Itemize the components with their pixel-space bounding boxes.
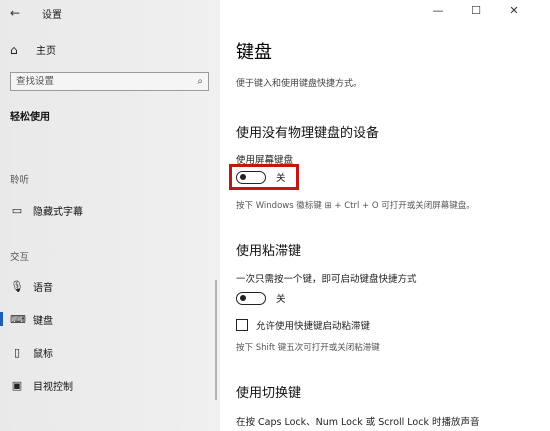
search-icon[interactable]: ⌕ [197, 76, 203, 87]
search-box[interactable]: ⌕ [10, 72, 209, 91]
sidebar-scrollbar[interactable] [215, 280, 217, 400]
sticky-keys-toggle[interactable] [236, 291, 266, 305]
captions-icon: ▭ [11, 203, 23, 217]
back-arrow-icon[interactable]: ← [10, 5, 26, 21]
sidebar-item-keyboard[interactable]: ⌨ 键盘 [0, 307, 220, 331]
section-title-onscreen-keyboard: 使用没有物理键盘的设备 [236, 126, 380, 141]
sidebar-item-label: 隐藏式字幕 [33, 206, 83, 218]
sidebar-item-captions[interactable]: ▭ 隐藏式字幕 [0, 198, 220, 222]
home-label: 主页 [36, 46, 56, 57]
search-input[interactable] [16, 76, 176, 87]
keyboard-icon: ⌨ [10, 312, 26, 326]
page-title: 键盘 [236, 42, 272, 63]
eye-control-icon: ▣ [11, 378, 23, 392]
sticky-keys-shortcut-row[interactable]: 允许使用快捷键启动粘滞键 [236, 318, 370, 332]
toggle-keys-label: 在按 Caps Lock、Num Lock 或 Scroll Lock 时播放声… [236, 417, 480, 428]
sidebar-item-label: 目视控制 [33, 381, 73, 393]
sticky-keys-shortcut-checkbox[interactable] [236, 319, 248, 331]
mouse-icon: ▯ [13, 345, 21, 359]
sticky-keys-toggle-row[interactable]: 关 [236, 291, 286, 305]
sticky-keys-label: 一次只需按一个键，即可启动键盘快捷方式 [236, 274, 417, 285]
group-label-hearing: 聆听 [10, 175, 30, 186]
page-description: 便于键入和使用键盘快捷方式。 [236, 79, 363, 89]
sidebar-item-label: 语音 [33, 282, 53, 294]
app-title: 设置 [42, 10, 62, 21]
onscreen-keyboard-hint: 按下 Windows 徽标键 ⊞ + Ctrl + O 可打开或关闭屏幕键盘。 [236, 201, 475, 211]
highlight-box [229, 164, 299, 190]
sidebar: ← 设置 ⌂ 主页 ⌕ 轻松使用 聆听 ▭ 隐藏式字幕 交互 🎙 语音 ⌨ 键盘… [0, 0, 220, 431]
checkbox-label: 允许使用快捷键启动粘滞键 [256, 321, 371, 332]
group-label-interaction: 交互 [10, 252, 30, 263]
sidebar-item-home[interactable]: ⌂ 主页 [10, 42, 56, 58]
microphone-icon: 🎙 [10, 279, 24, 293]
sidebar-item-speech[interactable]: 🎙 语音 [0, 274, 220, 298]
sidebar-item-mouse[interactable]: ▯ 鼠标 [0, 340, 220, 364]
sidebar-item-label: 鼠标 [33, 348, 53, 360]
sidebar-item-label: 键盘 [33, 315, 53, 327]
sidebar-item-eye-control[interactable]: ▣ 目视控制 [0, 373, 220, 397]
toggle-state-label: 关 [276, 294, 286, 305]
toggle-knob [240, 294, 246, 301]
section-title-sticky-keys: 使用粘滞键 [236, 244, 302, 259]
home-icon: ⌂ [10, 42, 18, 57]
sticky-keys-hint: 按下 Shift 键五次可打开或关闭粘滞键 [236, 343, 380, 353]
category-title: 轻松使用 [10, 112, 50, 123]
main-content: 键盘 便于键入和使用键盘快捷方式。 使用没有物理键盘的设备 使用屏幕键盘 关 按… [220, 0, 550, 431]
section-title-toggle-keys: 使用切换键 [236, 386, 302, 401]
